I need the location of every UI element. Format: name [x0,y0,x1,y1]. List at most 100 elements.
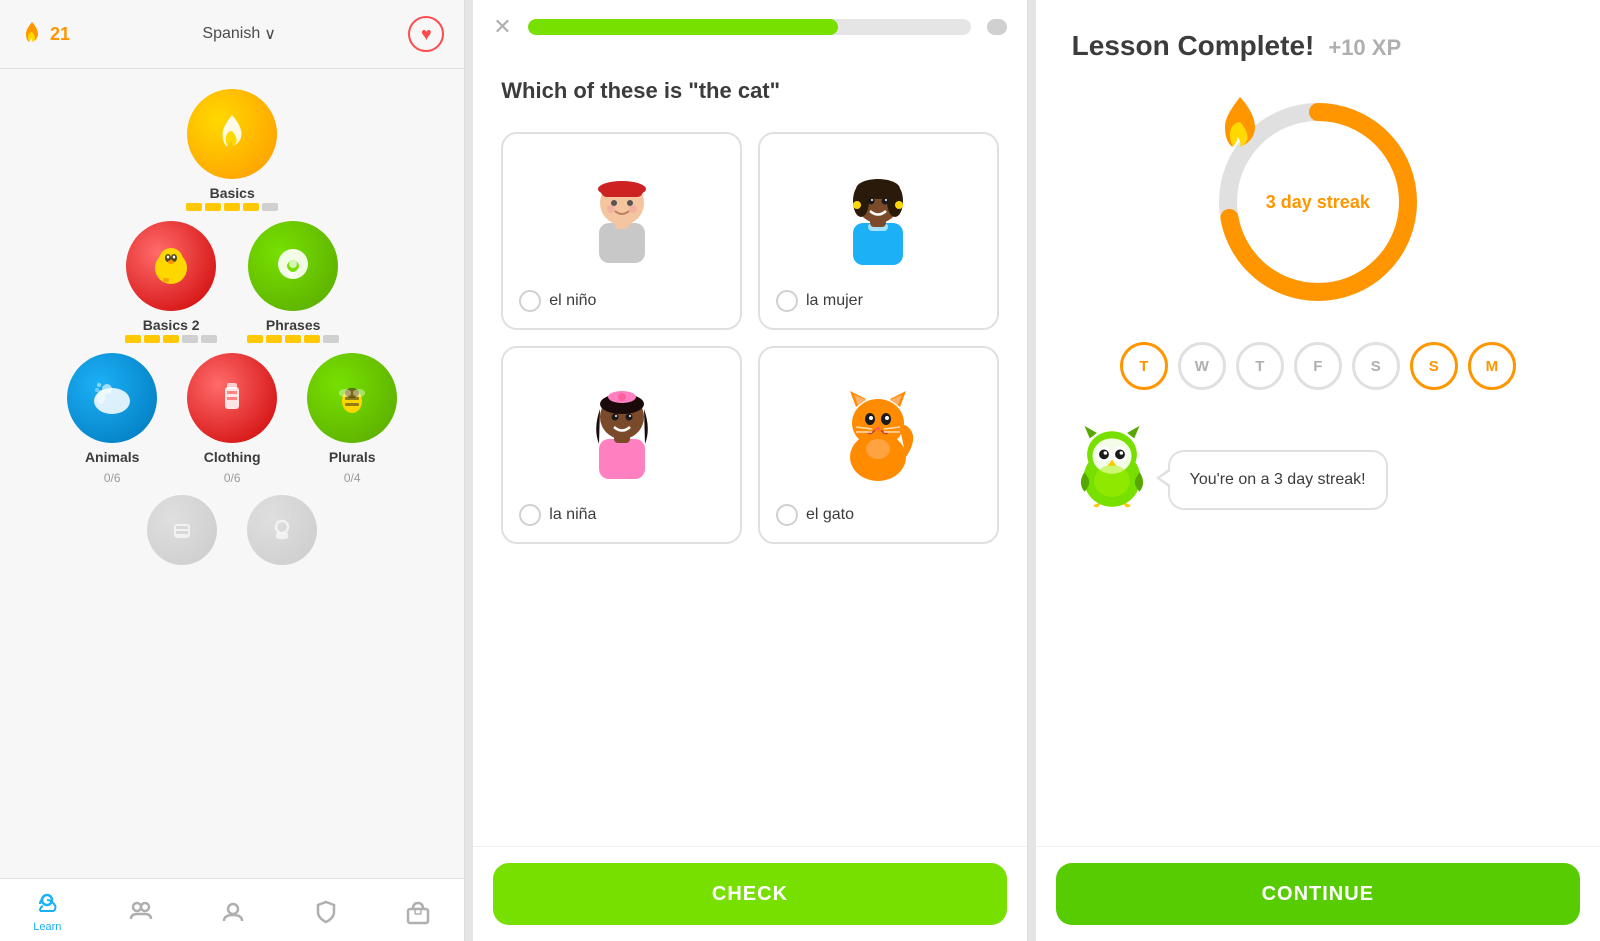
card-image-nina [577,364,667,494]
owl-section: You're on a 3 day streak! [1072,420,1564,510]
skill-label-basics2: Basics 2 [143,317,200,333]
nav-learn-label: Learn [33,921,61,933]
streak-ring-inner: 3 day streak [1208,92,1428,312]
skill-progress-basics [186,203,278,211]
nav-social[interactable] [128,897,154,927]
day-circle-m: M [1468,342,1516,390]
skill-circle-basics [187,89,277,179]
owl-character [1072,420,1152,510]
skill-label-phrases: Phrases [266,317,320,333]
skill-circle-locked1 [147,495,217,565]
progress-fill [528,19,838,35]
card-bottom-nina: la niña [519,504,724,526]
card-bottom-nino: el niño [519,290,724,312]
panel-results: Lesson Complete! +10 XP 3 day s [1036,0,1600,941]
answer-card-nino[interactable]: el niño [501,132,742,330]
xp-badge: +10 XP [1328,35,1401,61]
skill-icon-animals [87,373,137,423]
skill-row-3: Animals 0/6 Clothing 0/6 [67,353,397,485]
answer-card-gato[interactable]: el gato [758,346,999,544]
radio-nina[interactable] [519,504,541,526]
answer-card-nina[interactable]: la niña [501,346,742,544]
streak-day-label: 3 day streak [1266,192,1370,213]
skill-icon-basics [210,112,254,156]
results-footer: CONTINUE [1036,846,1600,941]
nav-learn[interactable]: Learn [33,891,61,933]
streak-badge: 21 [20,20,70,48]
skill-circle-basics2 [126,221,216,311]
skill-circle-phrases [248,221,338,311]
streak-flame-icon [1208,92,1272,162]
profile-icon [220,899,246,925]
progress-track [528,19,971,35]
skill-clothing[interactable]: Clothing 0/6 [187,353,277,485]
shop-icon [405,899,431,925]
skill-sublabel-plurals: 0/4 [344,471,361,485]
skill-plurals[interactable]: Plurals 0/4 [307,353,397,485]
character-boy [577,155,667,275]
shield-icon [313,899,339,925]
hearts-badge: ♥ [408,16,444,52]
quiz-header: ✕ [473,0,1026,54]
skill-icon-phrases [271,244,315,288]
progress-indicator [987,19,1007,35]
quiz-footer: CHECK [473,846,1026,941]
skill-row-4 [147,495,317,565]
results-title-row: Lesson Complete! +10 XP [1072,30,1564,62]
streak-count: 21 [50,24,70,45]
skill-sublabel-clothing: 0/6 [224,471,241,485]
skill-locked-1 [147,495,217,565]
answer-grid: el niño [501,132,998,544]
chevron-down-icon: ∨ [264,24,276,44]
skill-basics[interactable]: Basics [186,89,278,211]
quiz-question: Which of these is "the cat" [501,78,998,104]
course-map: Basics [0,69,464,878]
day-circle-w: W [1178,342,1226,390]
day-circle-f: F [1294,342,1342,390]
close-button[interactable]: ✕ [493,16,511,38]
skill-icon-locked2 [266,514,298,546]
card-image-gato [828,364,928,494]
nav-profile[interactable] [220,899,246,925]
continue-button[interactable]: CONTINUE [1056,863,1580,925]
answer-card-mujer[interactable]: la mujer [758,132,999,330]
skill-locked-2 [247,495,317,565]
radio-mujer[interactable] [776,290,798,312]
card-image-nino [577,150,667,280]
language-selector[interactable]: Spanish ∨ [202,24,276,44]
separator-1 [465,0,473,941]
answer-label-gato: el gato [806,506,854,524]
results-body: Lesson Complete! +10 XP 3 day s [1036,0,1600,846]
skill-label-clothing: Clothing [204,449,261,465]
skill-icon-plurals [329,375,375,421]
answer-label-nina: la niña [549,506,596,524]
streak-ring: 3 day streak [1208,92,1428,312]
day-circle-t2: T [1236,342,1284,390]
skill-icon-clothing [209,375,255,421]
skill-circle-locked2 [247,495,317,565]
radio-nino[interactable] [519,290,541,312]
skill-icon-basics2 [147,242,195,290]
skill-animals[interactable]: Animals 0/6 [67,353,157,485]
panel-course-map: 21 Spanish ∨ ♥ Basics [0,0,465,941]
day-circle-t1: T [1120,342,1168,390]
skill-circle-clothing [187,353,277,443]
character-woman [833,155,923,275]
skill-progress-basics2 [125,335,217,343]
skill-circle-plurals [307,353,397,443]
language-label: Spanish [202,25,260,43]
results-title: Lesson Complete! [1072,30,1315,62]
card-bottom-gato: el gato [776,504,981,526]
character-cat [828,369,928,489]
skill-basics2[interactable]: Basics 2 [125,221,217,343]
flame-icon [20,20,44,48]
nav-shop[interactable] [405,899,431,925]
check-button[interactable]: CHECK [493,863,1006,925]
heart-icon: ♥ [421,24,432,45]
nav-shield[interactable] [313,899,339,925]
skill-label-basics: Basics [210,185,255,201]
separator-2 [1028,0,1036,941]
skill-phrases[interactable]: Phrases [247,221,339,343]
skill-circle-animals [67,353,157,443]
radio-gato[interactable] [776,504,798,526]
